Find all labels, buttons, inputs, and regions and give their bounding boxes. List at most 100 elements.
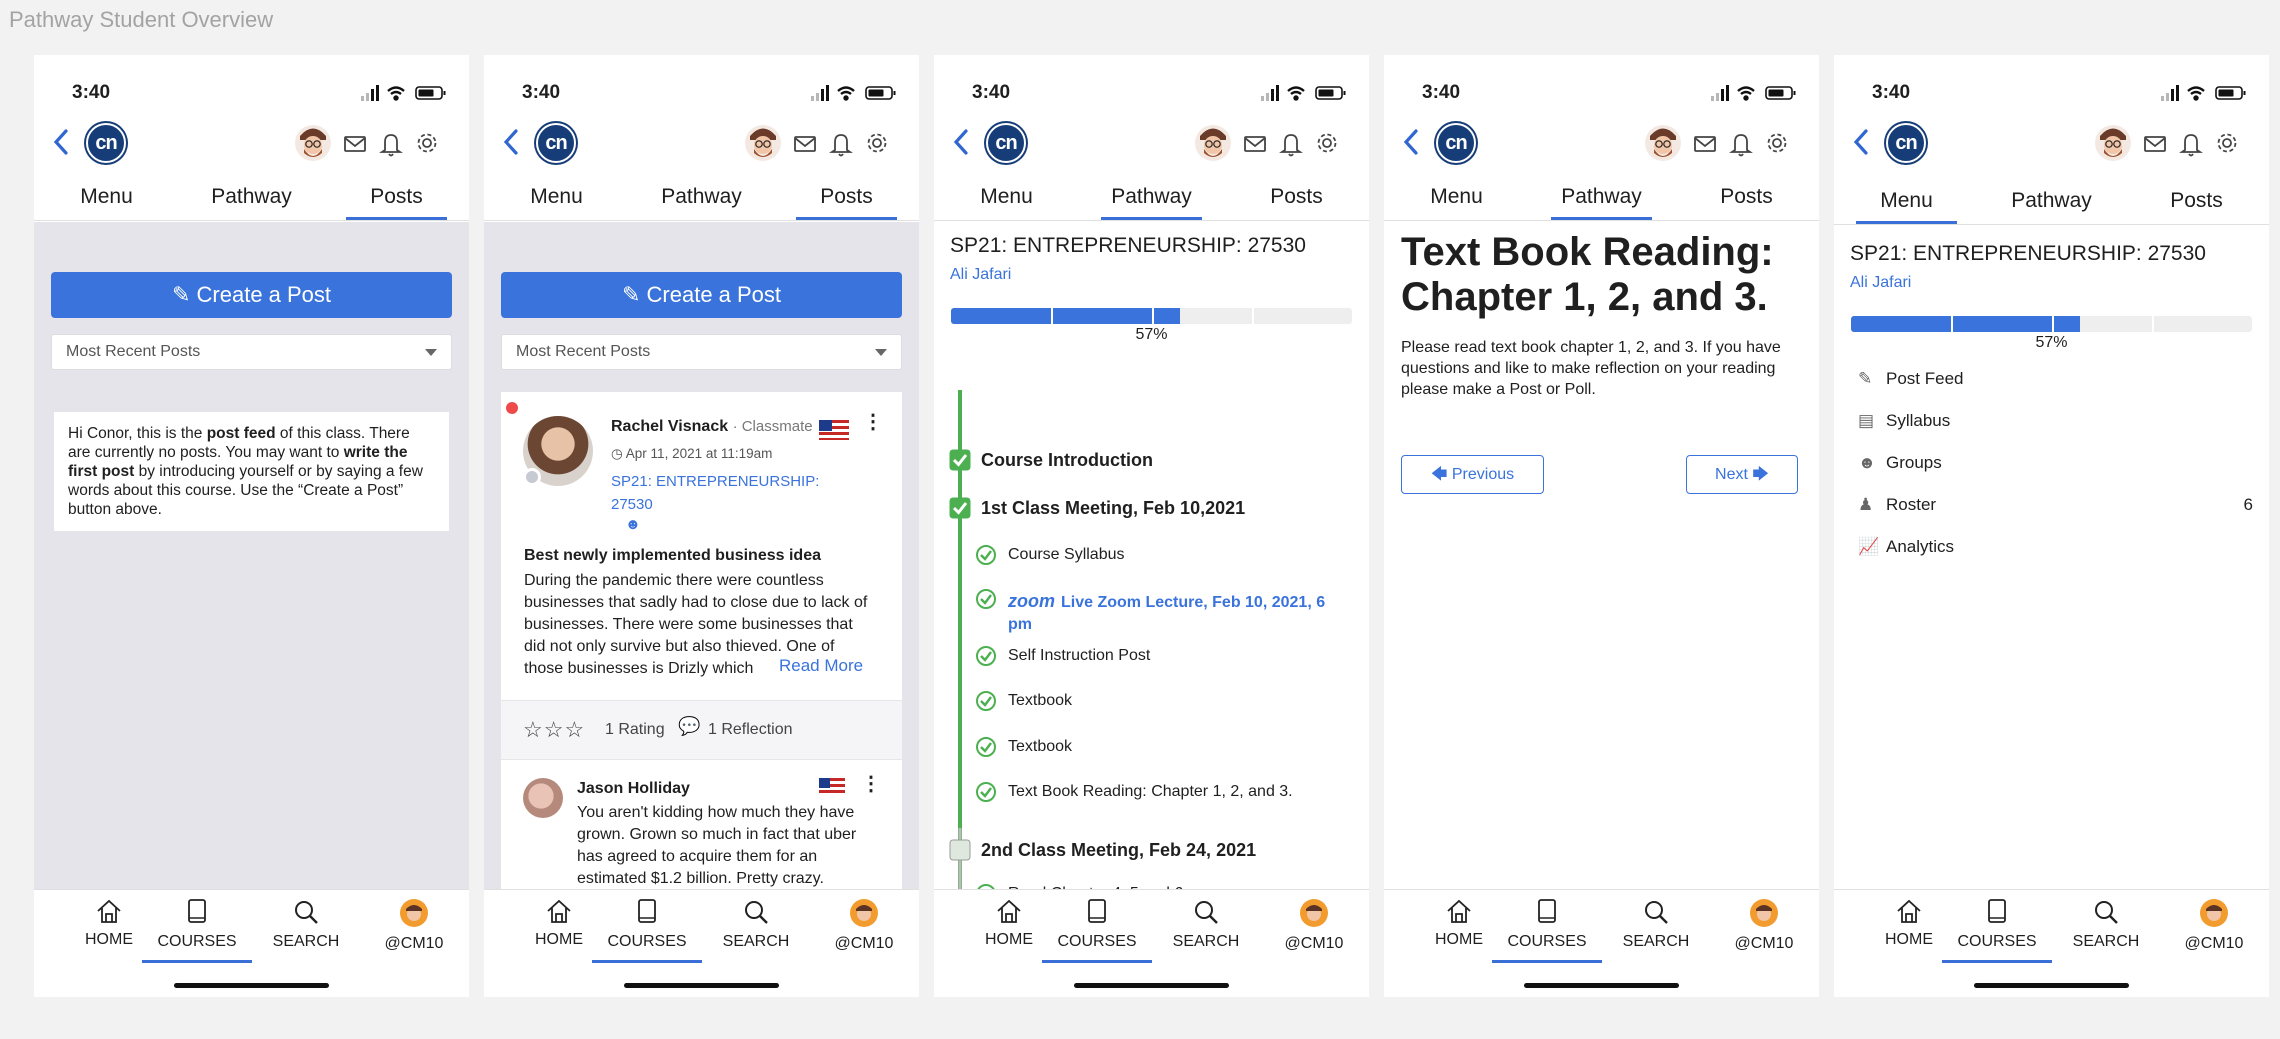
back-icon[interactable]: [950, 127, 972, 162]
nav-profile[interactable]: @CM10: [359, 898, 469, 953]
item-title: zoom Live Zoom Lecture, Feb 10, 2021, 6 p…: [1008, 590, 1348, 636]
check-circle-icon[interactable]: [976, 782, 996, 802]
check-circle-icon[interactable]: [976, 589, 996, 609]
create-post-button[interactable]: ✎ Create a Post: [51, 272, 452, 318]
app-bar-actions: [745, 123, 905, 168]
search-icon: [2092, 901, 2120, 930]
pathway-item-zoom[interactable]: zoom Live Zoom Lecture, Feb 10, 2021, 6 p…: [934, 586, 1369, 633]
tab-posts[interactable]: Posts: [2124, 179, 2269, 224]
nav-courses[interactable]: COURSES: [1042, 898, 1152, 963]
nav-courses[interactable]: COURSES: [1942, 898, 2052, 963]
nav-profile[interactable]: @CM10: [2159, 898, 2269, 953]
back-icon[interactable]: [500, 127, 522, 162]
post-author-role: · Classmate: [732, 418, 813, 435]
pathway-item[interactable]: Course Syllabus: [934, 542, 1369, 572]
check-circle-icon[interactable]: [976, 545, 996, 565]
rating-stars[interactable]: ☆☆☆: [523, 717, 585, 743]
pathway-section[interactable]: 1st Class Meeting, Feb 10,2021: [934, 494, 1369, 524]
teacher-link[interactable]: Ali Jafari: [1850, 274, 2253, 292]
tab-posts[interactable]: Posts: [324, 175, 469, 220]
nav-search[interactable]: SEARCH: [2051, 898, 2161, 951]
pathway-item[interactable]: Read Chapter 4, 5 and 6: [934, 881, 1369, 889]
app-logo[interactable]: cn: [1436, 123, 1476, 163]
tab-menu[interactable]: Menu: [1834, 179, 1979, 224]
menu-item-roster[interactable]: ♟ Roster 6: [1834, 484, 2269, 526]
post-sort-select[interactable]: Most Recent Posts: [501, 334, 902, 370]
screen-reading: 3:40 cn Menu Pathway Posts Text Book Rea…: [1384, 55, 1819, 997]
pathway-item[interactable]: Self Instruction Post: [934, 643, 1369, 673]
check-circle-icon[interactable]: [976, 737, 996, 757]
nav-search[interactable]: SEARCH: [251, 898, 361, 951]
menu-item-syllabus[interactable]: ▤ Syllabus: [1834, 400, 2269, 442]
pathway-item[interactable]: Textbook: [934, 734, 1369, 764]
wifi-icon: [1287, 86, 1305, 101]
groups-icon: ☻: [1858, 453, 1876, 472]
reflection-count[interactable]: 1 Reflection: [708, 721, 793, 739]
check-circle-icon[interactable]: [976, 691, 996, 711]
nav-search[interactable]: SEARCH: [701, 898, 811, 951]
tab-menu[interactable]: Menu: [34, 175, 179, 220]
menu-item-post-feed[interactable]: ✎ Post Feed: [1834, 358, 2269, 400]
nav-profile[interactable]: @CM10: [1259, 898, 1369, 953]
pathway-section[interactable]: Course Introduction: [934, 446, 1369, 476]
app-logo[interactable]: cn: [86, 123, 126, 163]
nav-search[interactable]: SEARCH: [1151, 898, 1261, 951]
nav-profile[interactable]: @CM10: [809, 898, 919, 953]
nav-profile[interactable]: @CM10: [1709, 898, 1819, 953]
tab-menu[interactable]: Menu: [1384, 175, 1529, 220]
document-icon: ▤: [1858, 411, 1875, 430]
tab-posts[interactable]: Posts: [1224, 175, 1369, 220]
check-circle-icon[interactable]: [976, 646, 996, 666]
reply-more-icon[interactable]: ⋮: [861, 774, 881, 794]
menu-item-analytics[interactable]: 📈 Analytics: [1834, 526, 2269, 568]
tab-posts[interactable]: Posts: [1674, 175, 1819, 220]
checkbox-checked-icon[interactable]: [949, 449, 971, 471]
wifi-icon: [837, 86, 855, 101]
pathway-section[interactable]: 2nd Class Meeting, Feb 24, 2021: [934, 836, 1369, 866]
app-logo[interactable]: cn: [536, 123, 576, 163]
nav-courses[interactable]: COURSES: [142, 898, 252, 963]
nav-courses[interactable]: COURSES: [592, 898, 702, 963]
back-icon[interactable]: [1850, 127, 1872, 162]
menu-item-groups[interactable]: ☻ Groups: [1834, 442, 2269, 484]
tab-menu[interactable]: Menu: [934, 175, 1079, 220]
profile-avatar: [399, 899, 429, 932]
checkbox-checked-icon[interactable]: [949, 497, 971, 519]
post-sort-select[interactable]: Most Recent Posts: [51, 334, 452, 370]
back-icon[interactable]: [50, 127, 72, 162]
back-icon[interactable]: [1400, 127, 1422, 162]
nav-courses[interactable]: COURSES: [1492, 898, 1602, 963]
create-post-button[interactable]: ✎ Create a Post: [501, 272, 902, 318]
checkbox-empty-icon[interactable]: [949, 839, 971, 861]
next-button[interactable]: Next 🡆: [1686, 455, 1798, 494]
post-card[interactable]: Rachel Visnack · Classmate ⋮ ◷ Apr 11, 2…: [501, 392, 902, 889]
bottom-nav: HOME COURSES SEARCH @CM10: [1834, 889, 2269, 997]
tab-pathway[interactable]: Pathway: [629, 175, 774, 220]
unread-dot: [506, 402, 518, 414]
tab-pathway[interactable]: Pathway: [1529, 175, 1674, 220]
pathway-item[interactable]: Textbook: [934, 688, 1369, 718]
app-logo[interactable]: cn: [986, 123, 1026, 163]
zoom-lecture-title: Live Zoom Lecture, Feb 10, 2021, 6 pm: [1008, 594, 1326, 633]
pathway-item[interactable]: Text Book Reading: Chapter 1, 2, and 3.: [934, 779, 1369, 809]
tab-menu[interactable]: Menu: [484, 175, 629, 220]
rating-count[interactable]: 1 Rating: [605, 721, 665, 739]
tab-pathway[interactable]: Pathway: [1979, 179, 2124, 224]
tab-pathway[interactable]: Pathway: [179, 175, 324, 220]
nav-search[interactable]: SEARCH: [1601, 898, 1711, 951]
app-bar-actions: [1645, 123, 1805, 168]
profile-avatar: [2199, 899, 2229, 932]
read-more-link[interactable]: Read More: [771, 656, 864, 676]
tab-bar: Menu Pathway Posts: [934, 175, 1369, 221]
more-icon[interactable]: ⋮: [863, 412, 883, 432]
battery-icon: [1765, 86, 1796, 100]
app-logo[interactable]: cn: [1886, 123, 1926, 163]
post-title[interactable]: Best newly implemented business idea: [524, 547, 821, 565]
post-course-link[interactable]: SP21: ENTREPRENEURSHIP: 27530: [611, 470, 831, 516]
previous-button[interactable]: 🡄 Previous: [1401, 455, 1544, 494]
tab-posts[interactable]: Posts: [774, 175, 919, 220]
post-author[interactable]: Rachel Visnack: [611, 418, 728, 435]
tab-pathway[interactable]: Pathway: [1079, 175, 1224, 220]
empty-feed-notice: Hi Conor, this is the post feed of this …: [54, 412, 449, 531]
reply-author[interactable]: Jason Holliday: [577, 780, 690, 798]
